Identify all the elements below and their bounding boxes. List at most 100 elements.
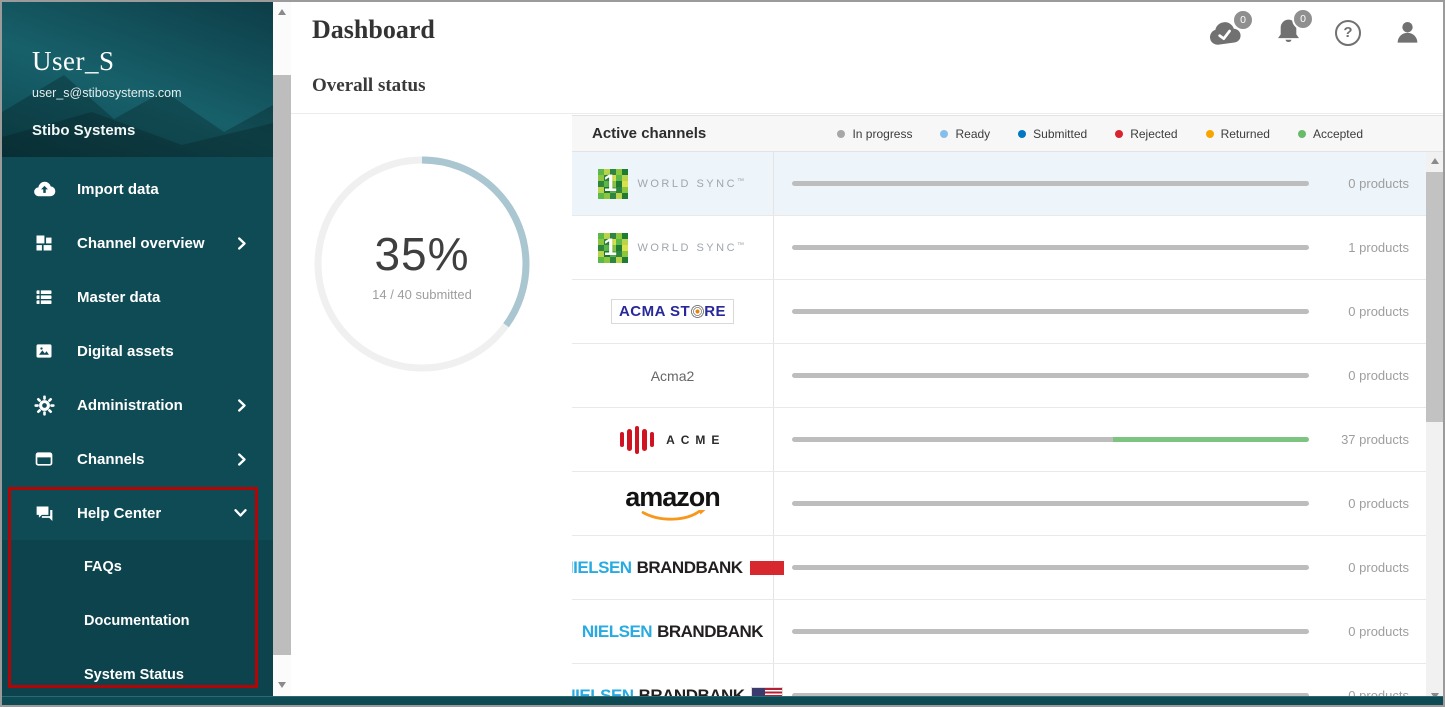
legend-item-ready: Ready (940, 127, 990, 141)
channel-logo-cell: amazon (572, 472, 774, 535)
help-center-submenu: FAQsDocumentationSystem Status (2, 540, 273, 705)
grid-icon (32, 233, 56, 253)
progress-bar-wrap (792, 565, 1309, 570)
bottom-teal-strip (2, 696, 1443, 705)
worldsync-logo: 1WORLD SYNC™ (598, 169, 746, 199)
sidebar-item-label: Channels (77, 451, 237, 468)
main-header: Dashboard Overall status 0 0 ? (291, 2, 1443, 114)
cloud-upload-icon (32, 178, 56, 201)
nielsen-wordmark: NIELSEN (572, 558, 632, 578)
notifications-badge: 0 (1294, 10, 1312, 28)
sidebar-item-label: Master data (77, 289, 247, 306)
channel-row[interactable]: Acma20 products (572, 344, 1426, 408)
channels-scrollbar-thumb[interactable] (1426, 172, 1443, 422)
scroll-down-arrow[interactable] (273, 677, 291, 693)
header-icons: 0 0 ? (1206, 18, 1421, 47)
channel-row[interactable]: ACMA STRE 0 products (572, 280, 1426, 344)
channel-rows: 1WORLD SYNC™0 products1WORLD SYNC™1 prod… (572, 152, 1426, 705)
product-count: 0 products (1316, 176, 1426, 191)
overall-status-donut: 35% 14 / 40 submitted (310, 152, 534, 376)
product-count: 0 products (1316, 368, 1426, 383)
progress-bar (792, 629, 1309, 634)
sidebar-item-administration[interactable]: Administration (2, 378, 273, 432)
sidebar-item-label: Import data (77, 181, 247, 198)
progress-bar (792, 309, 1309, 314)
donut-sublabel: 14 / 40 submitted (372, 287, 472, 302)
acme-soundbars-icon (620, 426, 655, 454)
page-scrollbar[interactable] (273, 2, 291, 705)
progress-bar (792, 245, 1309, 250)
user-email: user_s@stibosystems.com (32, 86, 182, 100)
sidebar-item-help-center[interactable]: Help Center (2, 486, 273, 540)
progress-segment-grey (792, 181, 1309, 186)
brandbank-wordmark: BRANDBANK (637, 558, 743, 578)
chevron-right-icon (237, 237, 247, 250)
sidebar-item-import-data[interactable]: Import data (2, 162, 273, 216)
legend-item-in-progress: In progress (837, 127, 912, 141)
notifications-bell-icon[interactable]: 0 (1275, 18, 1302, 47)
product-count: 0 products (1316, 624, 1426, 639)
help-icon[interactable]: ? (1335, 20, 1361, 46)
channel-row[interactable]: NIELSENBRANDBANK 0 products (572, 600, 1426, 664)
channel-logo-cell: NIELSENBRANDBANK (572, 536, 774, 599)
tasks-badge: 0 (1234, 11, 1252, 29)
sidebar-item-master-data[interactable]: Master data (2, 270, 273, 324)
sidebar-item-label: Digital assets (77, 343, 247, 360)
worldsync-one-glyph: 1 (603, 169, 616, 199)
product-count: 0 products (1316, 304, 1426, 319)
nielsen-brandbank-logo: NIELSENBRANDBANK (582, 622, 763, 642)
acma-text-pre: ACMA ST (619, 303, 690, 320)
sidebar-item-channels[interactable]: Channels (2, 432, 273, 486)
sidebar-menu: Import data Channel overview Master data Di… (2, 162, 273, 540)
sidebar-item-label: Channel overview (77, 235, 237, 252)
amazon-logo: amazon (625, 484, 720, 523)
sidebar-subitem-system-status[interactable]: System Status (2, 648, 273, 702)
acma-store-logo: ACMA STRE (611, 299, 734, 324)
progress-bar (792, 565, 1309, 570)
sidebar-subitem-faqs[interactable]: FAQs (2, 540, 273, 594)
brandbank-wordmark: BRANDBANK (657, 622, 763, 642)
channel-row[interactable]: amazon0 products (572, 472, 1426, 536)
channels-scrollbar[interactable] (1426, 152, 1443, 705)
page-scrollbar-thumb[interactable] (273, 75, 291, 655)
progress-bar (792, 181, 1309, 186)
chevron-right-icon (237, 453, 247, 466)
scroll-up-arrow[interactable] (273, 4, 291, 20)
donut-percent-label: 35% (374, 227, 469, 281)
profile-icon[interactable] (1394, 19, 1421, 46)
sidebar-item-channel-overview[interactable]: Channel overview (2, 216, 273, 270)
legend-item-rejected: Rejected (1115, 127, 1177, 141)
progress-bar-wrap (792, 501, 1309, 506)
progress-segment-grey (792, 629, 1309, 634)
channels-scroll-up-arrow[interactable] (1426, 153, 1444, 169)
channel-row[interactable]: 1WORLD SYNC™1 products (572, 216, 1426, 280)
worldsync-wordmark: WORLD SYNC™ (637, 242, 746, 254)
legend-dot (1298, 130, 1306, 138)
legend-item-submitted: Submitted (1018, 127, 1087, 141)
user-profile-section: User_S user_s@stibosystems.com Stibo Sys… (2, 2, 273, 157)
progress-segment-grey (792, 437, 1113, 442)
progress-bar (792, 501, 1309, 506)
sidebar-item-digital-assets[interactable]: Digital assets (2, 324, 273, 378)
page-subtitle: Overall status (312, 75, 425, 97)
legend-label: Rejected (1130, 127, 1177, 141)
channel-logo-cell: ACMA STRE (572, 280, 774, 343)
active-channels-header: Active channels In progressReadySubmitte… (572, 115, 1443, 152)
channel-row[interactable]: ACME37 products (572, 408, 1426, 472)
sidebar-subitem-documentation[interactable]: Documentation (2, 594, 273, 648)
tasks-cloud-icon[interactable]: 0 (1206, 19, 1242, 46)
progress-bar-wrap (792, 373, 1309, 378)
progress-bar-wrap (792, 437, 1309, 442)
sidebar-item-label: Administration (77, 397, 237, 414)
legend-label: Submitted (1033, 127, 1087, 141)
progress-bar-wrap (792, 245, 1309, 250)
sidebar-item-label: Help Center (77, 505, 234, 522)
channel-row[interactable]: NIELSENBRANDBANK0 products (572, 536, 1426, 600)
legend-item-accepted: Accepted (1298, 127, 1363, 141)
legend-dot (1018, 130, 1026, 138)
acma-target-icon (691, 305, 704, 318)
progress-segment-green (1113, 437, 1309, 442)
channel-logo-cell: 1WORLD SYNC™ (572, 216, 774, 279)
channel-row[interactable]: 1WORLD SYNC™ 0 products (572, 152, 1426, 216)
progress-segment-grey (792, 373, 1309, 378)
